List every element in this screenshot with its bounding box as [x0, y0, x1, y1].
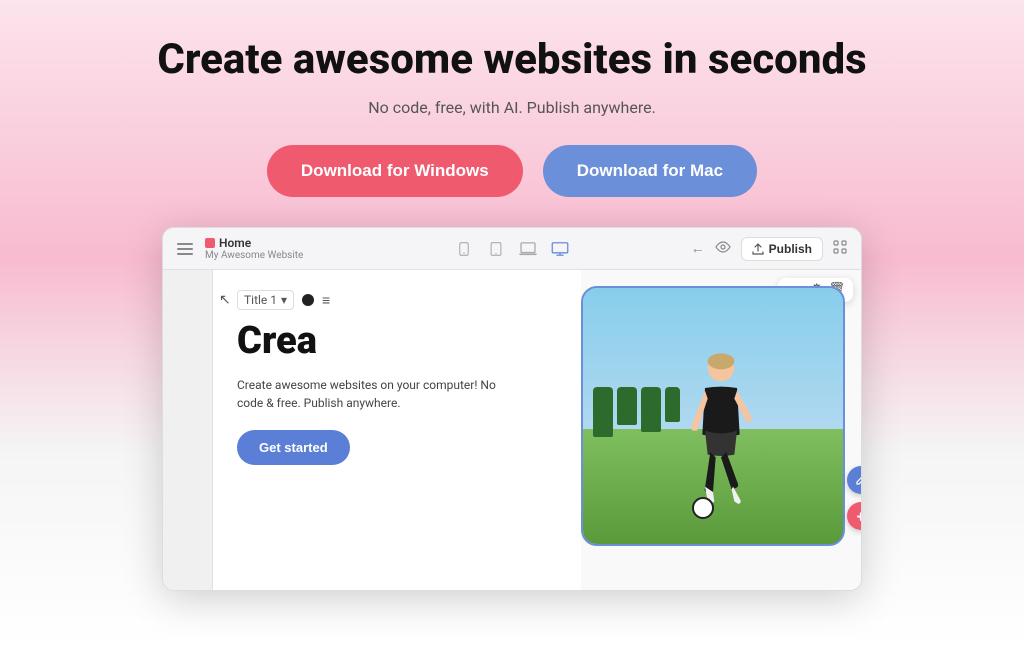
back-arrow-icon[interactable]: ←	[691, 240, 705, 257]
editor-toolbar: ↖ Title 1 ▾ ≡	[237, 290, 557, 310]
browser-bar-right: ← Publish	[579, 237, 847, 261]
editor-sidebar	[163, 270, 213, 590]
editor-heading[interactable]: Crea	[237, 322, 557, 360]
browser-bar: Home My Awesome Website	[163, 228, 861, 270]
add-floating-button[interactable]: +	[847, 502, 862, 530]
desktop-device-icon[interactable]	[551, 242, 569, 256]
tree	[641, 387, 661, 432]
publish-button[interactable]: Publish	[741, 237, 823, 261]
right-edge-buttons: +	[847, 466, 862, 530]
browser-bar-left: Home My Awesome Website	[177, 236, 445, 261]
editor-image-area: ↑ ↓ ⚙ 🗑	[581, 270, 861, 590]
laptop-device-icon[interactable]	[519, 242, 537, 256]
download-windows-button[interactable]: Download for Windows	[267, 145, 523, 197]
hero-image	[581, 286, 845, 546]
tab-info: Home My Awesome Website	[205, 236, 303, 261]
title-badge-label: Title 1	[244, 293, 277, 307]
soccer-player-figure	[661, 348, 781, 508]
download-mac-button[interactable]: Download for Mac	[543, 145, 757, 197]
cursor-icon: ↖	[219, 292, 231, 308]
edit-floating-button[interactable]	[847, 466, 862, 494]
title-badge[interactable]: Title 1 ▾	[237, 290, 294, 310]
tab-subtitle: My Awesome Website	[205, 250, 303, 261]
browser-mockup: Home My Awesome Website	[162, 227, 862, 591]
soccer-ball	[692, 497, 714, 519]
tablet-device-icon[interactable]	[487, 242, 505, 256]
download-buttons: Download for Windows Download for Mac	[267, 145, 757, 197]
text-align-icon[interactable]: ≡	[322, 292, 330, 309]
editor-content: ↖ Title 1 ▾ ≡ Crea Create awesome websit…	[163, 270, 861, 590]
hamburger-icon[interactable]	[177, 243, 193, 255]
tree	[617, 387, 637, 425]
title-dropdown-arrow: ▾	[281, 293, 287, 307]
preview-eye-icon[interactable]	[715, 241, 731, 257]
tab-title: Home	[205, 236, 303, 250]
tab-icon	[205, 238, 215, 248]
editor-body-text: Create awesome websites on your computer…	[237, 376, 517, 412]
page-headline: Create awesome websites in seconds	[157, 36, 866, 84]
mobile-device-icon[interactable]	[455, 242, 473, 256]
tree	[593, 387, 613, 437]
grid-icon[interactable]	[833, 240, 847, 258]
device-icons	[455, 242, 569, 256]
color-picker-dot[interactable]	[302, 294, 314, 306]
page-subtitle: No code, free, with AI. Publish anywhere…	[368, 98, 656, 117]
editor-main: ↖ Title 1 ▾ ≡ Crea Create awesome websit…	[213, 270, 581, 590]
get-started-button[interactable]: Get started	[237, 430, 350, 465]
